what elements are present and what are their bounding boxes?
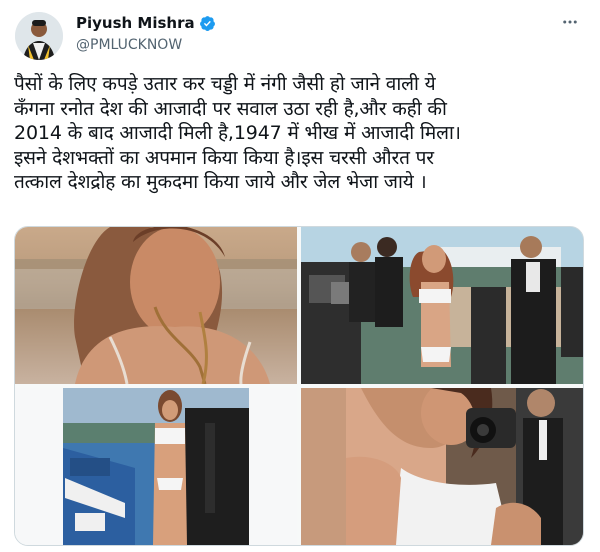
tweet-text-line: 2014 के बाद आजादी मिली है,1947 में भीख म… bbox=[14, 122, 461, 144]
author-name[interactable]: Piyush Mishra bbox=[76, 14, 195, 32]
media-photo-4[interactable] bbox=[301, 388, 583, 545]
photo-image bbox=[15, 388, 297, 545]
author-avatar[interactable] bbox=[15, 12, 63, 60]
media-photo-1[interactable] bbox=[15, 227, 297, 384]
verified-badge-icon bbox=[199, 15, 215, 31]
more-horizontal-icon bbox=[563, 20, 577, 24]
tweet-card: Piyush Mishra @PMLUCKNOW पैसों के लिए कप… bbox=[0, 0, 600, 552]
author-info: Piyush Mishra @PMLUCKNOW bbox=[76, 12, 216, 53]
tweet-text-line: पैसों के लिए कपड़े उतार कर चड्डी में नंग… bbox=[14, 73, 436, 95]
tweet-text-line: तत्काल देशद्रोह का मुकदमा किया जाये और ज… bbox=[14, 171, 427, 193]
photo-image bbox=[15, 227, 297, 384]
media-photo-2[interactable] bbox=[301, 227, 583, 384]
more-options-button[interactable] bbox=[558, 12, 582, 32]
media-photo-3[interactable] bbox=[15, 388, 297, 545]
author-handle[interactable]: @PMLUCKNOW bbox=[76, 37, 216, 53]
photo-image bbox=[301, 388, 583, 545]
media-grid bbox=[14, 226, 584, 546]
tweet-text-line: कँगना रनोत देश की आजादी पर सवाल उठा रही … bbox=[14, 97, 447, 120]
tweet-text: पैसों के लिए कपड़े उतार कर चड्डी में नंग… bbox=[14, 72, 586, 195]
photo-image bbox=[301, 227, 583, 384]
tweet-text-line: इसने देशभक्तों का अपमान किया किया है।इस … bbox=[14, 146, 434, 169]
avatar-image bbox=[15, 12, 63, 60]
